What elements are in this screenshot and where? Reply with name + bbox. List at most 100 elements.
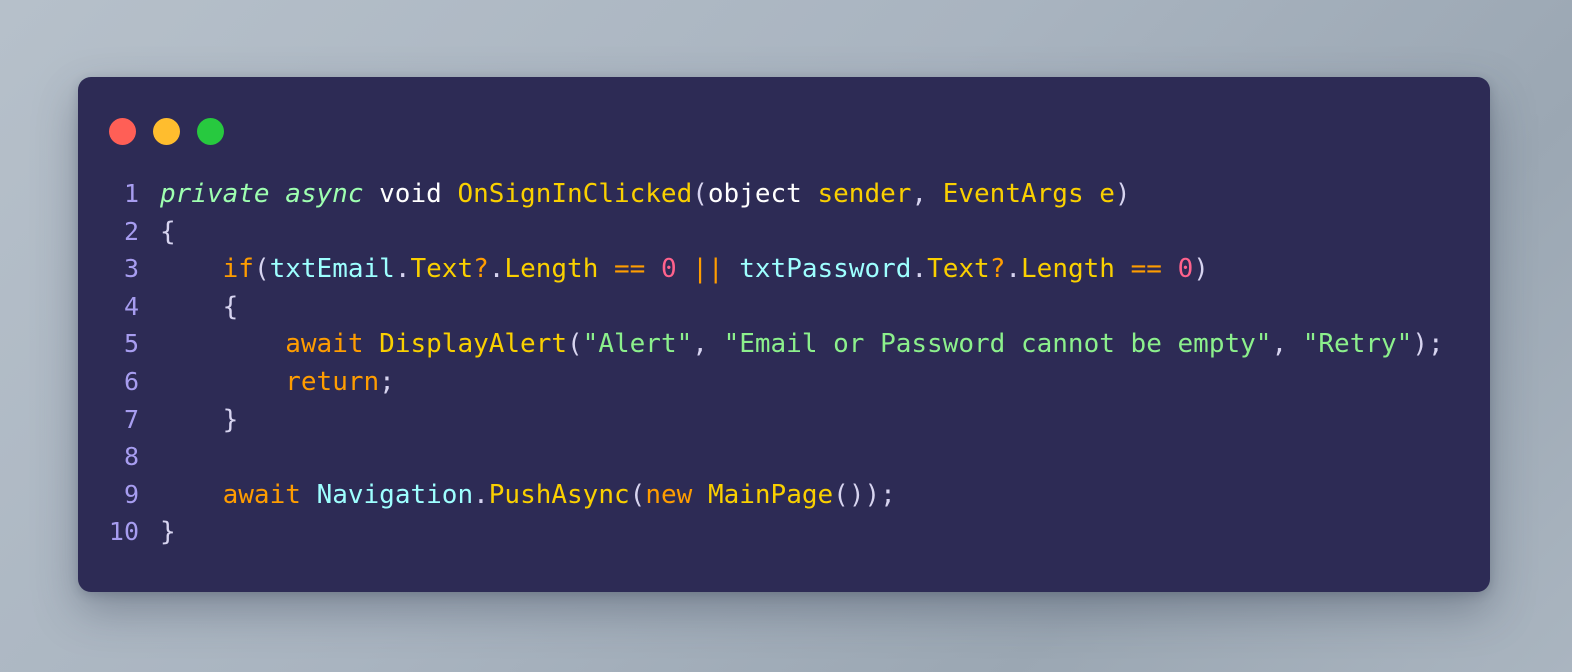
code-line[interactable]: 5 await DisplayAlert("Alert", "Email or … [78,325,1490,363]
maximize-window-button[interactable] [197,118,224,145]
code-token-punc: ; [379,366,395,397]
code-token-cls: EventArgs e [942,179,1115,209]
code-token-punc: . [911,254,928,285]
code-token-punc: , [692,329,708,360]
code-token-op: || [692,254,724,285]
code-token-op: == [614,254,646,285]
code-token-punc: ( [253,254,270,285]
code-line-content: } [160,402,1490,440]
code-token-punc: . [1005,254,1022,285]
line-number: 4 [123,291,139,321]
line-number: 7 [123,404,139,434]
code-token-op: if [222,254,254,285]
code-token-ctrl: return [285,366,380,397]
code-token-str: "Email or Password cannot be empty" [723,329,1272,360]
code-token-punc: . [488,254,505,285]
line-number: 8 [123,442,139,472]
code-token-fn: DisplayAlert [379,329,568,360]
code-token-punc: . [394,254,411,285]
code-token-punc: { [160,216,176,247]
code-token-punc: ); [1412,329,1444,360]
code-token-cls: sender [817,179,912,209]
code-token-op: ? [473,254,489,285]
code-token-punc: ( [692,179,708,209]
code-token-type: void [379,179,442,209]
code-line[interactable]: 9 await Navigation.PushAsync(new MainPag… [78,476,1490,514]
minimize-window-button[interactable] [153,118,180,145]
code-token-id: Navigation [316,479,474,510]
code-token-fn: PushAsync [488,479,630,510]
code-token-id: txtPassword [739,254,912,285]
code-line[interactable]: 1 private async void OnSignInClicked(obje… [78,175,1490,213]
code-token-punc: { [222,291,239,322]
code-token-cls: MainPage [707,479,834,510]
code-token-op: ? [989,254,1006,285]
code-token-punc: ) [1114,179,1131,209]
line-number: 1 [123,179,139,208]
code-token-punc: ( [567,329,583,360]
code-token-ctrl: await [222,479,301,510]
code-token-punc: , [911,179,928,209]
code-line-content: { [160,214,1490,252]
code-line[interactable]: 4 { [78,288,1490,326]
code-token-punc: } [222,404,239,435]
code-editor[interactable]: 1 private async void OnSignInClicked(obje… [78,175,1490,551]
code-line[interactable]: 8 [78,438,1490,476]
screenshot-stage: 1 private async void OnSignInClicked(obje… [0,0,1572,672]
code-token-type: object [707,179,802,209]
line-number: 6 [123,366,139,396]
code-token-kw: private async [160,179,364,209]
code-token-prop: Text [410,254,474,285]
code-line[interactable]: 3 if(txtEmail.Text?.Length == 0 || txtPa… [78,250,1490,288]
code-token-punc: . [473,479,489,510]
line-number: 5 [123,329,139,359]
code-line-content: await Navigation.PushAsync(new MainPage(… [160,477,1490,515]
code-line-content: if(txtEmail.Text?.Length == 0 || txtPass… [160,251,1490,289]
code-line-content: await DisplayAlert("Alert", "Email or Pa… [160,326,1490,364]
code-line[interactable]: 10} [78,513,1490,551]
code-token-str: "Alert" [582,329,693,360]
line-number: 10 [108,517,139,547]
code-snippet-card: 1 private async void OnSignInClicked(obje… [78,77,1490,592]
code-token-num: 0 [1177,254,1194,285]
code-token-prop: Length [504,254,599,285]
code-token-punc: ) [1193,254,1209,285]
code-token-punc: ( [629,479,646,510]
code-line-content: } [160,514,1490,552]
code-token-str: "Retry" [1302,329,1413,360]
code-token-prop: Text [927,254,990,285]
line-number: 2 [123,216,139,246]
code-token-punc: } [160,517,176,548]
code-token-punc: ()); [833,479,896,510]
line-number: 9 [123,479,139,509]
code-token-punc: , [1271,329,1288,360]
code-token-num: 0 [660,254,677,285]
code-line[interactable]: 7 } [78,401,1490,439]
code-line[interactable]: 2{ [78,213,1490,251]
code-line-content: return; [160,364,1490,402]
code-token-ctrl: new [645,479,693,510]
line-number: 3 [123,254,139,284]
close-window-button[interactable] [109,118,136,145]
code-line[interactable]: 6 return; [78,363,1490,401]
code-line-content: private async void OnSignInClicked(objec… [160,176,1490,214]
